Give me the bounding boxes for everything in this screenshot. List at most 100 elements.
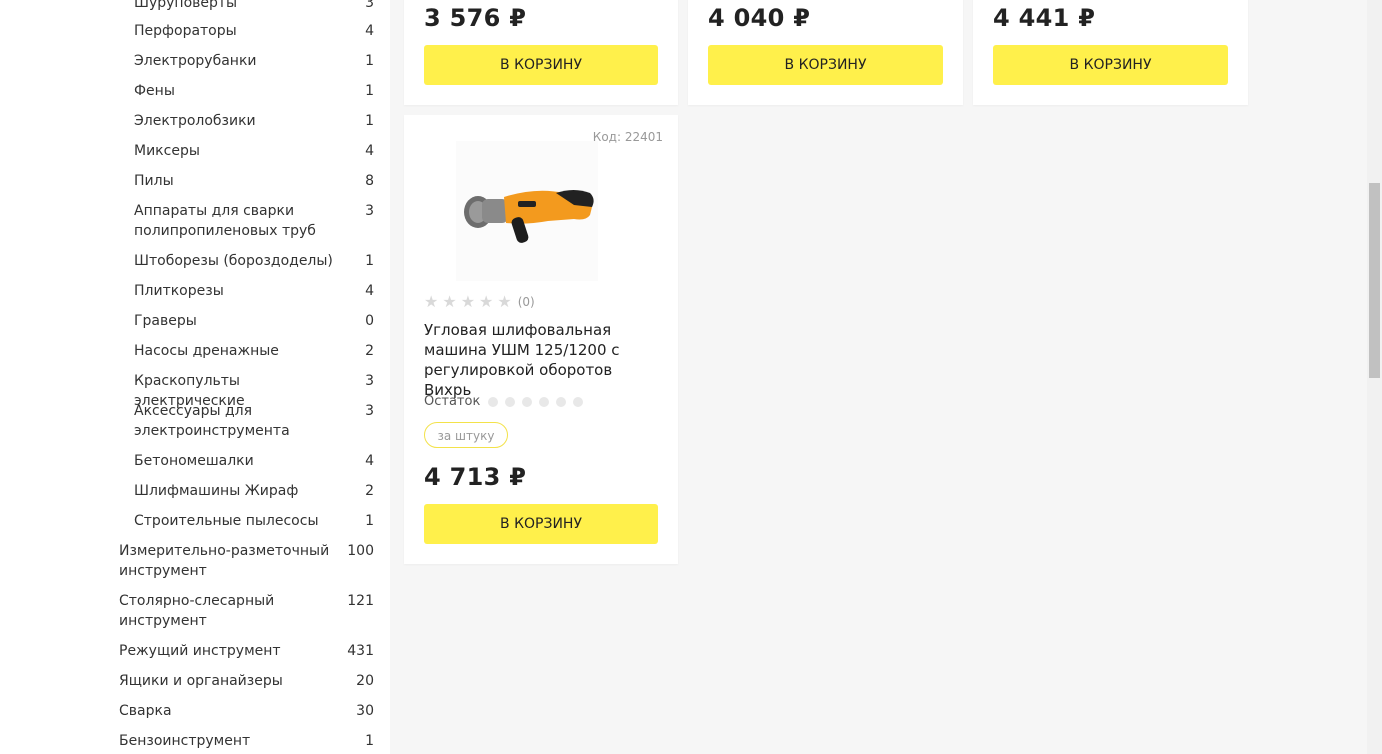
star-icon: ★ — [424, 292, 439, 311]
sidebar-item-rezhushhij[interactable]: Режущий инструмент 431 — [119, 641, 374, 661]
sidebar-item-count: 30 — [356, 703, 374, 719]
add-to-cart-button[interactable]: В КОРЗИНУ — [708, 45, 943, 85]
product-code: Код: 22401 — [592, 130, 663, 144]
star-icon: ★ — [460, 292, 476, 311]
sidebar-item-count: 0 — [365, 313, 374, 329]
sidebar-item-count: 1 — [365, 253, 374, 269]
stock-dot — [488, 396, 499, 407]
product-card: Код: 22401 ★ ★ ★ ★ ★ (0) Угловая шлифова… — [404, 115, 678, 564]
sidebar-item-gravery[interactable]: Граверы 0 — [134, 311, 374, 331]
sidebar-item-perforatory[interactable]: Перфораторы 4 — [134, 21, 374, 41]
sidebar-item-label: Пилы — [134, 173, 174, 189]
sidebar-item-label: Ящики и органайзеры — [119, 673, 283, 689]
product-card: 4 441 ₽ В КОРЗИНУ — [973, 0, 1248, 105]
star-icon: ★ — [497, 292, 512, 311]
stock-dot — [522, 396, 533, 407]
sidebar-item-shurupoverty[interactable]: Шуруповерты 3 — [134, 0, 374, 13]
sidebar-item-label: Бетономешалки — [134, 453, 254, 469]
sidebar-item-aksessuary[interactable]: Аксессуары для электроинструмента 3 — [134, 401, 374, 441]
stock-level-dots — [488, 396, 584, 407]
sidebar-item-label: Насосы дренажные — [134, 343, 279, 359]
sidebar-item-elektrolobziki[interactable]: Электролобзики 1 — [134, 111, 374, 131]
angle-grinder-image — [456, 141, 598, 281]
sidebar-item-benzoinstrument[interactable]: Бензоинструмент 1 — [119, 731, 374, 751]
sidebar-item-count: 121 — [347, 593, 374, 609]
product-price: 4 441 ₽ — [993, 4, 1096, 32]
unit-badge[interactable]: за штуку — [424, 422, 508, 448]
stock-dot — [539, 396, 550, 407]
scrollbar-thumb[interactable] — [1369, 183, 1380, 378]
sidebar-item-label: Электролобзики — [134, 113, 256, 129]
stock-dot — [573, 396, 584, 407]
sidebar-item-count: 8 — [365, 173, 374, 189]
sidebar-item-feny[interactable]: Фены 1 — [134, 81, 374, 101]
stock-label: Остаток — [424, 394, 481, 409]
sidebar-item-label: Бензоинструмент — [119, 733, 251, 749]
stock-indicator: Остаток — [424, 394, 584, 409]
star-icon: ★ — [479, 292, 494, 311]
sidebar-item-stolyarno-slesarnyj[interactable]: Столярно-слесарный инструмент 121 — [119, 591, 374, 631]
sidebar-item-count: 3 — [365, 203, 374, 219]
sidebar-item-count: 1 — [365, 53, 374, 69]
rating-stars[interactable]: ★ ★ ★ ★ ★ (0) — [424, 292, 535, 311]
sidebar-item-count: 1 — [365, 733, 374, 749]
add-to-cart-button[interactable]: В КОРЗИНУ — [424, 45, 658, 85]
sidebar-item-label: Строительные пылесосы — [134, 513, 319, 529]
sidebar-item-label: Граверы — [134, 313, 197, 329]
product-price: 4 713 ₽ — [424, 463, 527, 491]
sidebar-item-label: Штоборезы (бороздоделы) — [134, 253, 333, 269]
product-price: 3 576 ₽ — [424, 4, 527, 32]
product-name-link[interactable]: Угловая шлифовальная машина УШМ 125/1200… — [424, 320, 660, 400]
product-price: 4 040 ₽ — [708, 4, 811, 32]
sidebar-item-label: Аксессуары для электроинструмента — [134, 403, 290, 439]
sidebar-item-count: 4 — [365, 453, 374, 469]
sidebar-item-izmeritelnyj[interactable]: Измерительно-разметочный инструмент 100 — [119, 541, 374, 581]
sidebar-item-nasosy[interactable]: Насосы дренажные 2 — [134, 341, 374, 361]
product-card: 4 040 ₽ В КОРЗИНУ — [688, 0, 963, 105]
sidebar-item-label: Шуруповерты — [134, 0, 238, 11]
sidebar-item-label: Электрорубанки — [134, 53, 257, 69]
sidebar-item-label: Режущий инструмент — [119, 643, 281, 659]
sidebar-item-count: 3 — [365, 373, 374, 389]
rating-count: (0) — [517, 294, 535, 309]
sidebar-item-label: Перфораторы — [134, 23, 237, 39]
sidebar-item-shtoborezy[interactable]: Штоборезы (бороздоделы) 1 — [134, 251, 374, 271]
sidebar-item-label: Сварка — [119, 703, 172, 719]
add-to-cart-button[interactable]: В КОРЗИНУ — [424, 504, 658, 544]
sidebar-item-label: Миксеры — [134, 143, 200, 159]
product-card: 3 576 ₽ В КОРЗИНУ — [404, 0, 678, 105]
sidebar-item-label: Столярно-слесарный инструмент — [119, 593, 275, 629]
sidebar-item-pylesosy[interactable]: Строительные пылесосы 1 — [134, 511, 374, 531]
sidebar-item-count: 2 — [365, 483, 374, 499]
sidebar-item-count: 431 — [347, 643, 374, 659]
sidebar-item-count: 4 — [365, 143, 374, 159]
sidebar-item-count: 4 — [365, 23, 374, 39]
sidebar-item-pily[interactable]: Пилы 8 — [134, 171, 374, 191]
page-scrollbar[interactable] — [1367, 0, 1382, 754]
sidebar-item-count: 1 — [365, 513, 374, 529]
sidebar-item-miksery[interactable]: Миксеры 4 — [134, 141, 374, 161]
sidebar-item-yashhiki[interactable]: Ящики и органайзеры 20 — [119, 671, 374, 691]
stock-dot — [556, 396, 567, 407]
sidebar-item-count: 20 — [356, 673, 374, 689]
sidebar-item-plitkorezy[interactable]: Плиткорезы 4 — [134, 281, 374, 301]
sidebar-item-apparaty-svarki[interactable]: Аппараты для сварки полипропиленовых тру… — [134, 201, 374, 241]
sidebar-item-count: 2 — [365, 343, 374, 359]
add-to-cart-button[interactable]: В КОРЗИНУ — [993, 45, 1228, 85]
sidebar-item-label: Плиткорезы — [134, 283, 224, 299]
sidebar-item-count: 3 — [365, 403, 374, 419]
sidebar-item-count: 4 — [365, 283, 374, 299]
sidebar-item-elektrorubanki[interactable]: Электрорубанки 1 — [134, 51, 374, 71]
star-icon: ★ — [442, 292, 457, 311]
page: Шуруповерты 3 Перфораторы 4 Электрорубан… — [0, 0, 1367, 754]
sidebar-item-count: 1 — [365, 83, 374, 99]
sidebar-item-count: 100 — [347, 543, 374, 559]
sidebar-item-label: Аппараты для сварки полипропиленовых тру… — [134, 203, 316, 239]
sidebar-item-betonomeshalki[interactable]: Бетономешалки 4 — [134, 451, 374, 471]
sidebar-item-label: Шлифмашины Жираф — [134, 483, 299, 499]
product-image[interactable] — [456, 141, 598, 281]
sidebar-item-count: 3 — [365, 0, 374, 11]
catalog-sidebar: Шуруповерты 3 Перфораторы 4 Электрорубан… — [0, 0, 390, 754]
sidebar-item-svarka[interactable]: Сварка 30 — [119, 701, 374, 721]
sidebar-item-shlifmashiny[interactable]: Шлифмашины Жираф 2 — [134, 481, 374, 501]
